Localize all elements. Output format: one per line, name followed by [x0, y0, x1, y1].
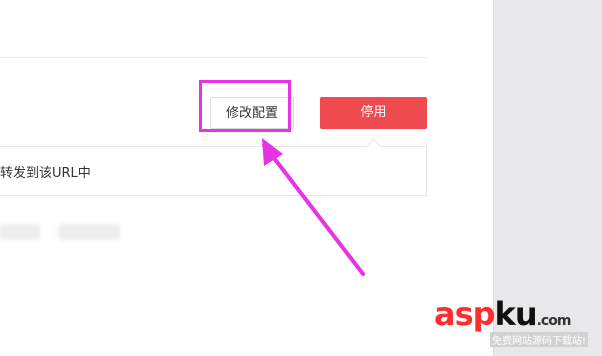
watermark-prefix: asp — [434, 295, 496, 333]
blurred-text — [0, 224, 40, 240]
watermark-domain: .com — [536, 313, 572, 329]
section-divider — [0, 57, 427, 58]
info-text: 转发到该URL中 — [0, 166, 91, 181]
watermark-tagline: 免费网站源码下载站! — [490, 332, 589, 347]
blurred-text — [58, 224, 120, 240]
main-content-area: 修改配置 停用 转发到该URL中 — [0, 0, 493, 356]
modify-config-button[interactable]: 修改配置 — [210, 97, 294, 129]
disable-button[interactable]: 停用 — [320, 97, 427, 129]
watermark-suffix: ku — [494, 295, 538, 333]
